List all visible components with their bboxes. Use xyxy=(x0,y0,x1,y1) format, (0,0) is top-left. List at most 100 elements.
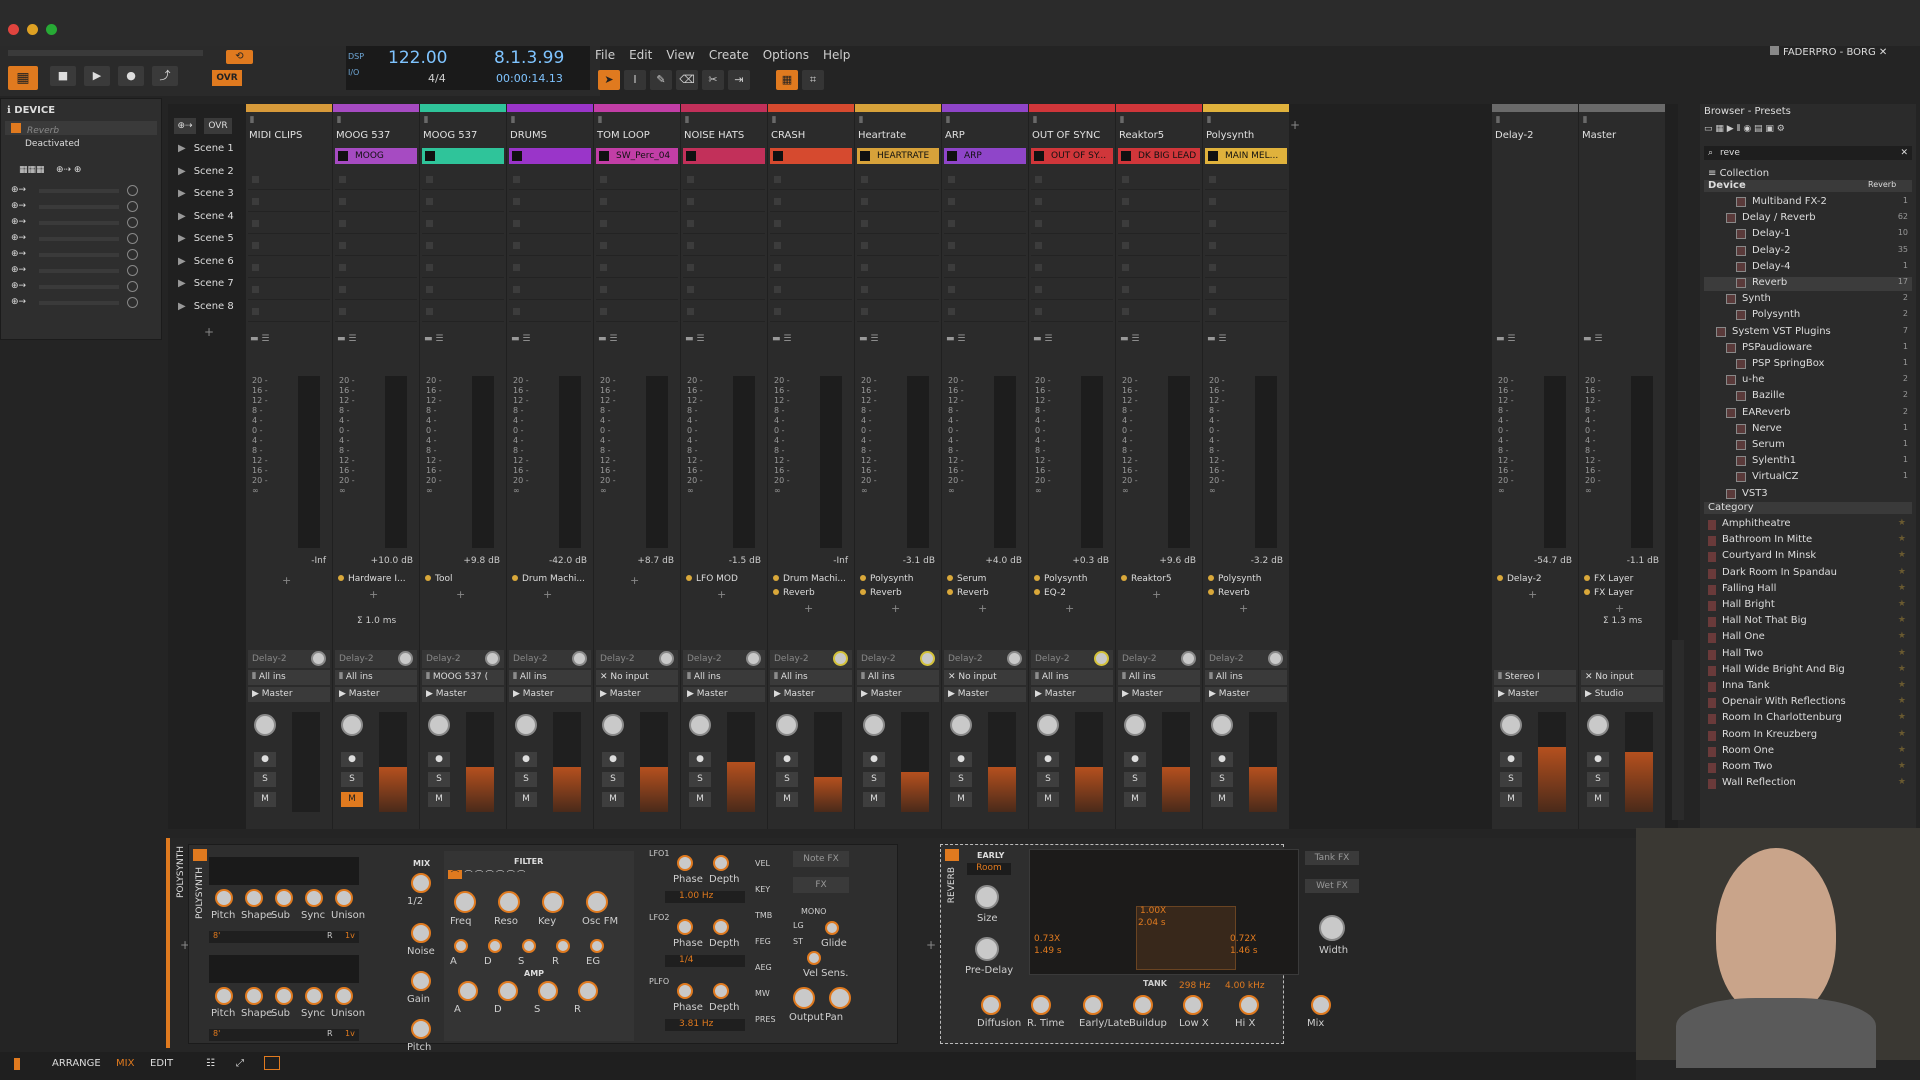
browser-tree-item[interactable]: Delay-1 10 xyxy=(1704,228,1912,242)
wet-fx-button[interactable]: Wet FX xyxy=(1305,879,1359,893)
send-knob[interactable] xyxy=(746,651,761,666)
mute-button[interactable]: M xyxy=(1124,792,1146,807)
st-toggle[interactable]: ST xyxy=(793,937,803,946)
clip-slot[interactable] xyxy=(857,192,939,212)
clip-stop-icon[interactable] xyxy=(1209,198,1216,205)
scene-play-icon[interactable]: ▶ xyxy=(178,278,186,289)
clip-play-icon[interactable] xyxy=(425,151,435,161)
clip-slot[interactable] xyxy=(1205,170,1287,190)
clip-slot-active[interactable]: HEARTRATE xyxy=(857,148,939,164)
macro-slider[interactable] xyxy=(39,285,119,289)
clip-stop-icon[interactable] xyxy=(1209,242,1216,249)
reverb-hi-x-knob[interactable] xyxy=(1239,995,1259,1015)
clip-stop-icon[interactable] xyxy=(513,242,520,249)
macro-map-icon[interactable]: ⊕→ xyxy=(11,217,26,227)
browser-collection[interactable]: ≡ Collection xyxy=(1708,168,1769,179)
reverb-low-x-knob[interactable] xyxy=(1183,995,1203,1015)
browser-tree-item[interactable]: u-he 2 xyxy=(1704,374,1912,388)
mod-source-pres[interactable]: PRES xyxy=(755,1015,776,1024)
amp-s-knob[interactable] xyxy=(538,981,558,1001)
browser-tree-item[interactable]: PSP SpringBox 1 xyxy=(1704,358,1912,372)
add-device-icon[interactable]: + xyxy=(369,588,378,601)
clip-stop-icon[interactable] xyxy=(426,308,433,315)
clip-stop-icon[interactable] xyxy=(339,176,346,183)
clip-slot[interactable] xyxy=(857,236,939,256)
clip-stop-icon[interactable] xyxy=(600,198,607,205)
track-name[interactable]: ARP xyxy=(945,130,965,141)
solo-button[interactable]: S xyxy=(341,772,363,787)
clip-slot[interactable] xyxy=(335,280,417,300)
mute-button[interactable]: M xyxy=(1587,792,1609,807)
macro-slider[interactable] xyxy=(39,237,119,241)
osc1-unison-knob[interactable] xyxy=(335,889,353,907)
input-selector[interactable]: ⦀ All ins xyxy=(248,670,330,685)
device-slot-1[interactable]: FX Layer xyxy=(1584,574,1633,584)
favorite-star-icon[interactable]: ★ xyxy=(1898,648,1906,658)
output-selector[interactable]: ▶ Master xyxy=(770,687,852,702)
scene-5[interactable]: ▶ Scene 5 xyxy=(178,233,248,253)
pin-icon[interactable]: ⤢ xyxy=(236,1058,244,1069)
clip-stop-icon[interactable] xyxy=(1035,176,1042,183)
track-meter-toggle[interactable]: ▬ ☰ xyxy=(1583,334,1663,346)
add-track-icon[interactable]: + xyxy=(1290,118,1300,132)
clip-play-icon[interactable] xyxy=(1121,151,1131,161)
clip-slot[interactable] xyxy=(335,170,417,190)
track-meter-toggle[interactable]: ▬ ☰ xyxy=(337,334,417,346)
preset-item[interactable]: Amphitheatre ★ xyxy=(1704,518,1912,532)
add-device-icon[interactable]: + xyxy=(978,602,987,615)
time-signature[interactable]: 4/4 xyxy=(428,72,446,85)
favorite-star-icon[interactable]: ★ xyxy=(1898,534,1906,544)
track-name[interactable]: MOOG 537 xyxy=(336,130,390,141)
clip-slot[interactable] xyxy=(944,236,1026,256)
add-device-icon-2[interactable]: + xyxy=(926,938,936,952)
solo-button[interactable]: S xyxy=(254,772,276,787)
send-knob[interactable] xyxy=(311,651,326,666)
preset-item[interactable]: Dark Room In Spandau ★ xyxy=(1704,567,1912,581)
reverb-buildup-knob[interactable] xyxy=(1133,995,1153,1015)
add-device-icon[interactable]: + xyxy=(1239,602,1248,615)
menu-view[interactable]: View xyxy=(666,44,694,66)
device-row[interactable]: Reverb xyxy=(5,121,157,136)
clip-stop-icon[interactable] xyxy=(1035,264,1042,271)
clip-stop-icon[interactable] xyxy=(426,198,433,205)
scene-play-icon[interactable]: ▶ xyxy=(178,188,186,199)
device-slot-1[interactable]: Polysynth xyxy=(1034,574,1087,584)
browser-device-header[interactable]: Device Reverb xyxy=(1704,180,1912,192)
mute-button[interactable]: M xyxy=(515,792,537,807)
track-name[interactable]: NOISE HATS xyxy=(684,130,744,141)
mix-pitch-knob[interactable] xyxy=(411,1019,431,1039)
clip-slot[interactable] xyxy=(596,192,678,212)
clip-stop-icon[interactable] xyxy=(252,176,259,183)
add-device-icon[interactable]: + xyxy=(456,588,465,601)
send-delay-2[interactable]: Delay-2 xyxy=(248,650,330,668)
output-selector[interactable]: ▶ Master xyxy=(944,687,1026,702)
send-delay-2[interactable]: Delay-2 xyxy=(509,650,591,668)
clip-slot[interactable] xyxy=(422,214,504,234)
clip-slot[interactable] xyxy=(509,258,591,278)
mix-gain-knob[interactable] xyxy=(411,971,431,991)
clip-stop-icon[interactable] xyxy=(948,176,955,183)
volume-fader[interactable] xyxy=(814,712,842,812)
track-meter-toggle[interactable]: ▬ ☰ xyxy=(946,334,1026,346)
track-meter-toggle[interactable]: ▬ ☰ xyxy=(859,334,939,346)
clip-slot[interactable] xyxy=(335,214,417,234)
volume-fader[interactable] xyxy=(988,712,1016,812)
scene-play-icon[interactable]: ▶ xyxy=(178,166,186,177)
clip-stop-icon[interactable] xyxy=(948,308,955,315)
scene-play-icon[interactable]: ▶ xyxy=(178,143,186,154)
ovr-button[interactable]: OVR xyxy=(212,70,242,86)
clip-play-icon[interactable] xyxy=(773,151,783,161)
clip-stop-icon[interactable] xyxy=(1035,242,1042,249)
width-knob[interactable] xyxy=(1319,915,1345,941)
reverb-early-late-knob[interactable] xyxy=(1083,995,1103,1015)
mute-button[interactable]: M xyxy=(1500,792,1522,807)
mute-button[interactable]: M xyxy=(950,792,972,807)
amp-a-knob[interactable] xyxy=(458,981,478,1001)
clip-slot[interactable] xyxy=(335,192,417,212)
osc1-shape-knob[interactable] xyxy=(245,889,263,907)
clip-slot[interactable] xyxy=(509,302,591,322)
clip-stop-icon[interactable] xyxy=(252,198,259,205)
mix-noise-knob[interactable] xyxy=(411,923,431,943)
browser-tree-item[interactable]: VST3 xyxy=(1704,488,1912,502)
scene-play-icon[interactable]: ▶ xyxy=(178,301,186,312)
